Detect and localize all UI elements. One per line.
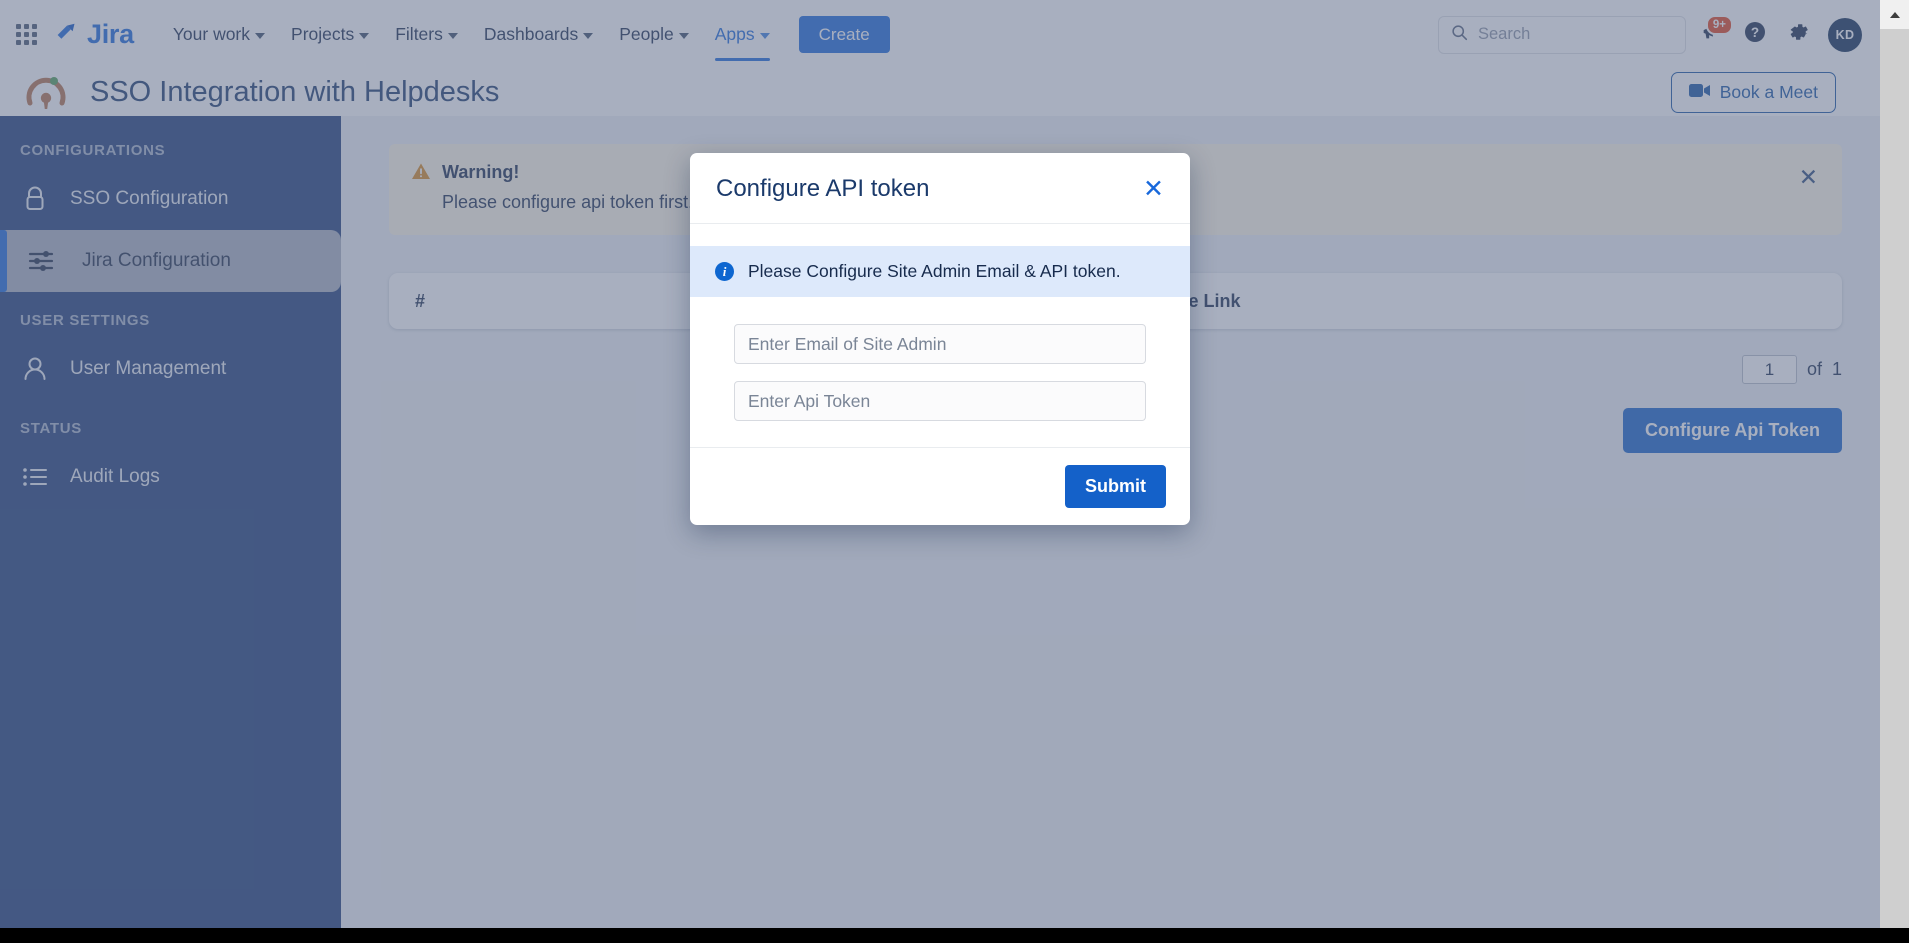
scroll-up-button[interactable]	[1880, 0, 1909, 29]
api-token-field-wrap	[690, 364, 1190, 447]
site-admin-email-field-wrap	[690, 297, 1190, 364]
site-admin-email-input[interactable]	[734, 324, 1146, 364]
configure-api-token-modal: Configure API token ✕ i Please Configure…	[690, 153, 1190, 525]
modal-header: Configure API token ✕	[690, 153, 1190, 224]
browser-viewport: Jira Your work Projects Filters Dashboar…	[0, 0, 1909, 943]
modal-title: Configure API token	[716, 175, 930, 202]
page-scrollbar[interactable]	[1880, 0, 1909, 928]
modal-info-text: Please Configure Site Admin Email & API …	[748, 261, 1121, 281]
bottom-letterbox	[0, 928, 1909, 943]
submit-button[interactable]: Submit	[1065, 465, 1166, 508]
info-circle-icon: i	[715, 262, 734, 281]
modal-info-banner: i Please Configure Site Admin Email & AP…	[690, 246, 1190, 297]
modal-body: i Please Configure Site Admin Email & AP…	[690, 224, 1190, 447]
api-token-input[interactable]	[734, 381, 1146, 421]
modal-close-icon[interactable]: ✕	[1143, 176, 1164, 202]
modal-footer: Submit	[690, 447, 1190, 525]
scrollbar-thumb[interactable]	[1880, 29, 1909, 669]
